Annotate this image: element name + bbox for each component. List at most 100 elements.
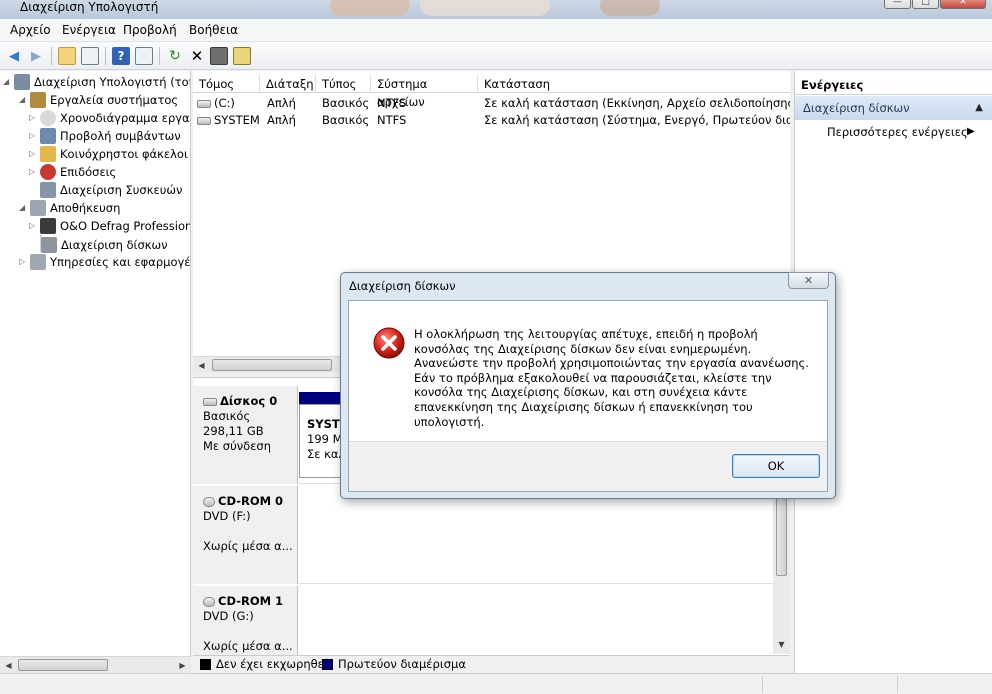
status-divider <box>897 676 898 693</box>
dialog-close-button[interactable]: ✕ <box>788 272 829 289</box>
volume-drive-icon <box>197 116 211 125</box>
scroll-right-arrow-icon[interactable]: ▶ <box>174 657 191 674</box>
tree-expander-icon[interactable]: ▷ <box>29 127 35 145</box>
tree-item-label: Χρονοδιάγραμμα εργασιών <box>60 111 190 125</box>
more-actions-label: Περισσότερες ενέργειες <box>827 125 968 139</box>
wallpaper-fragment <box>330 0 410 16</box>
window-title: Διαχείριση Υπολογιστή <box>20 0 159 14</box>
tree-expander-icon[interactable]: ▷ <box>29 163 35 181</box>
computer-management-icon <box>14 74 30 90</box>
cell-status: Σε καλή κατάσταση (Εκκίνηση, Αρχείο σελι… <box>484 95 790 112</box>
tools-icon <box>30 92 46 108</box>
volume-drive-icon <box>197 99 211 108</box>
graphic-vertical-scrollbar[interactable]: ▼ <box>773 486 790 654</box>
event-viewer-icon <box>40 128 56 144</box>
tree-item-label: Διαχείριση δίσκων <box>61 238 168 252</box>
show-hide-tree-icon[interactable] <box>81 47 99 65</box>
cell-type: Βασικός <box>322 112 374 129</box>
device-manager-icon <box>40 182 56 198</box>
up-folder-icon[interactable] <box>58 47 76 65</box>
cdrom-1-drive: DVD (G:) <box>203 609 254 623</box>
cdrom-0-label[interactable]: CD-ROM 0 DVD (F:) Χωρίς μέσα α... <box>193 486 298 584</box>
table-row[interactable]: SYSTEM Απλή Βασικός NTFS Σε καλή κατάσταση (… <box>193 112 790 129</box>
properties-icon[interactable] <box>210 47 228 65</box>
menu-view[interactable]: Προβολή <box>123 23 177 37</box>
maximize-button[interactable]: □ <box>912 0 939 9</box>
clock-icon <box>40 110 56 126</box>
export-icon[interactable] <box>233 47 251 65</box>
cdrom-1-name: CD-ROM 1 <box>218 594 284 608</box>
disk-0-status: Με σύνδεση <box>203 439 271 453</box>
cell-volume: SYSTEM <box>197 112 260 129</box>
dialog-title: Διαχείριση δίσκων <box>349 279 456 293</box>
minimize-button[interactable]: — <box>884 0 911 9</box>
collapse-up-icon[interactable]: ▲ <box>975 96 983 120</box>
tree-item[interactable]: Διαχείριση δίσκων <box>40 235 168 253</box>
disk-0-name: Δίσκος 0 <box>220 394 278 408</box>
cdrom-0-area <box>299 486 773 584</box>
shared-folder-icon <box>40 146 56 162</box>
cell-text: NTFS <box>377 96 407 110</box>
cdrom-0-name: CD-ROM 0 <box>218 494 284 508</box>
tree-expander-icon[interactable]: ◢ <box>3 73 9 91</box>
title-bar[interactable]: Διαχείριση Υπολογιστή — □ ✕ <box>0 0 992 19</box>
menu-action[interactable]: Ενέργεια <box>62 23 116 37</box>
column-filesystem[interactable]: Σύστημα αρχείων <box>371 75 478 109</box>
tree-expander-icon[interactable]: ▷ <box>29 217 35 235</box>
scroll-thumb[interactable] <box>212 359 332 371</box>
wallpaper-fragment <box>420 0 550 16</box>
legend: Δεν έχει εκχωρηθεί Πρωτεύον διαμέρισμα <box>193 655 790 673</box>
tree-horizontal-scrollbar[interactable]: ◀ ▶ <box>0 656 191 673</box>
tree-expander-icon[interactable]: ▷ <box>29 109 35 127</box>
toolbar-separator <box>159 47 160 65</box>
scroll-thumb[interactable] <box>18 659 108 671</box>
cdrom-icon <box>203 496 215 507</box>
ok-button[interactable]: OK <box>732 454 820 478</box>
cell-type: Βασικός <box>322 95 374 112</box>
cdrom-icon <box>203 596 215 607</box>
tree-item-label: Διαχείριση Υπολογιστή (τοπικός) <box>34 75 190 89</box>
scroll-left-arrow-icon[interactable]: ◀ <box>193 357 210 374</box>
scroll-thumb[interactable] <box>776 498 787 576</box>
tree-expander-icon[interactable]: ◢ <box>19 199 25 217</box>
cell-fs: NTFS <box>377 112 481 129</box>
cell-text: NTFS <box>377 113 407 127</box>
scroll-left-arrow-icon[interactable]: ◀ <box>0 657 17 674</box>
unallocated-swatch <box>200 659 211 670</box>
defrag-icon <box>40 218 56 234</box>
table-row[interactable]: (C:) Απλή Βασικός NTFS Σε καλή κατάσταση (Εκ… <box>193 95 790 112</box>
wallpaper-fragment <box>600 0 660 16</box>
hdd-icon <box>203 397 217 406</box>
tree-expander-icon[interactable]: ▷ <box>19 253 25 271</box>
cell-status: Σε καλή κατάσταση (Σύστημα, Ενεργό, Πρωτ… <box>484 112 790 129</box>
column-volume[interactable]: Τόμος <box>193 75 260 93</box>
disk-0-type: Βασικός <box>203 409 251 423</box>
column-layout[interactable]: Διάταξη <box>260 75 316 93</box>
column-status[interactable]: Κατάσταση <box>478 75 790 93</box>
cell-text: Βασικός <box>322 96 370 110</box>
more-actions-link[interactable]: Περισσότερες ενέργειες ▶ <box>827 124 975 140</box>
tree-item-label: Εργαλεία συστήματος <box>50 93 179 107</box>
tree-expander-icon[interactable]: ◢ <box>19 91 25 109</box>
tree-item-label: Διαχείριση Συσκευών <box>60 183 183 197</box>
dialog-body: Η ολοκλήρωση της λειτουργίας απέτυχε, επ… <box>348 300 828 492</box>
column-type[interactable]: Τύπος <box>316 75 371 93</box>
properties-pane-icon[interactable] <box>135 47 153 65</box>
tree-item-label: Επιδόσεις <box>60 165 117 179</box>
back-icon[interactable]: ◀ <box>5 47 23 65</box>
menu-help[interactable]: Βοήθεια <box>189 23 238 37</box>
close-window-button[interactable]: ✕ <box>940 0 986 9</box>
forward-icon[interactable]: ▶ <box>27 47 45 65</box>
volume-list-header: Τόμος Διάταξη Τύπος Σύστημα αρχείων Κατά… <box>193 75 790 109</box>
help-icon[interactable]: ? <box>112 47 130 65</box>
actions-section-disk-management[interactable]: Διαχείριση δίσκων ▲ <box>795 96 992 120</box>
refresh-icon[interactable]: ↻ <box>166 47 184 65</box>
tree-expander-icon[interactable]: ▷ <box>29 145 35 163</box>
menu-file[interactable]: Αρχείο <box>10 23 51 37</box>
cdrom-1-label[interactable]: CD-ROM 1 DVD (G:) Χωρίς μέσα α... <box>193 586 298 655</box>
delete-icon[interactable]: ✕ <box>188 47 206 65</box>
scroll-down-arrow-icon[interactable]: ▼ <box>773 636 790 653</box>
performance-icon <box>40 164 56 180</box>
disk-0-label[interactable]: Δίσκος 0 Βασικός 298,11 GB Με σύνδεση <box>193 386 298 484</box>
toolbar-separator <box>51 47 52 65</box>
